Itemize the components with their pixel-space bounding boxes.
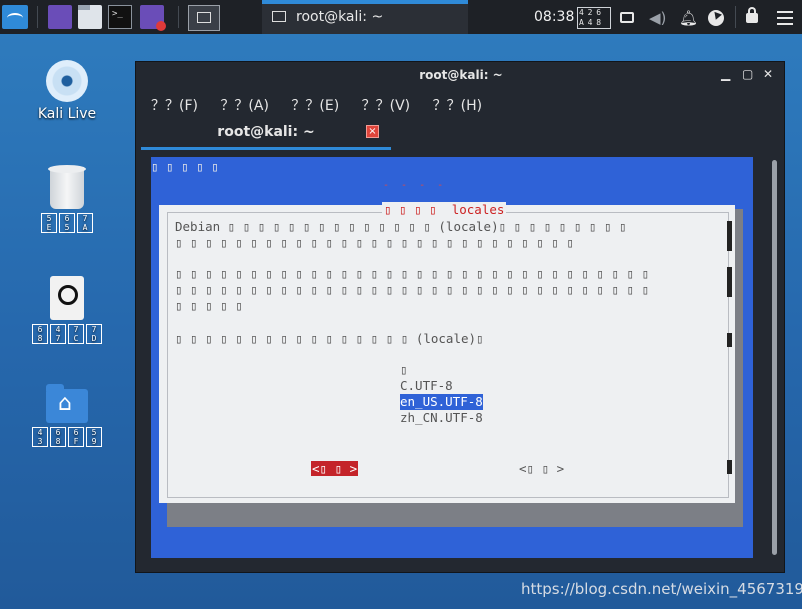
clock-date-glyphs: 4 2 6A 4 8 xyxy=(577,7,611,29)
tofu-label: 6 84 77 C7 D xyxy=(31,324,103,344)
title-decoration: - - - - xyxy=(383,180,447,191)
desktop-icon-label: 4 36 86 F5 9 xyxy=(20,427,114,448)
dialog-text-line: ▯ ▯ ▯ ▯ ▯ xyxy=(175,298,243,313)
dialog-edge-mark xyxy=(727,221,732,251)
desktop-icon-kali-live[interactable]: Kali Live xyxy=(20,60,114,122)
terminal-window-icon xyxy=(272,11,286,22)
top-panel: root@kali: ~ 08:38 4 2 6A 4 8 ◀) 🔔︎ xyxy=(0,0,802,34)
panel-separator xyxy=(178,6,179,28)
desktop-icon-filesystem[interactable]: 6 84 77 C7 D xyxy=(20,276,114,345)
dialog-text-line: ▯ ▯ ▯ ▯ ▯ ▯ ▯ ▯ ▯ ▯ ▯ ▯ ▯ ▯ ▯ ▯ ▯ ▯ ▯ ▯ … xyxy=(175,282,650,297)
desktop-icon-label: 6 84 77 C7 D xyxy=(20,324,114,345)
panel-separator xyxy=(735,6,736,28)
kali-menu-icon[interactable] xyxy=(2,5,28,29)
power-icon[interactable] xyxy=(708,10,724,26)
list-item[interactable]: C.UTF-8 xyxy=(399,378,484,394)
list-item[interactable]: zh_CN.UTF-8 xyxy=(399,410,484,426)
terminal-screen[interactable]: ▯ ▯ ▯ ▯ ▯ - - - - ▯ ▯ ▯ ▯ locales Debian… xyxy=(151,157,753,558)
cancel-button[interactable]: <▯ ▯ > xyxy=(519,461,564,476)
taskbar-active-indicator xyxy=(262,0,468,4)
list-item-selected[interactable]: en_US.UTF-8 xyxy=(400,394,483,410)
drive-icon xyxy=(50,276,84,320)
menubar: ？？(F) ？？(A) ？？(E) ？？(V) ？？(H) xyxy=(151,95,500,115)
dialog-text-line: ▯ ▯ ▯ ▯ ▯ ▯ ▯ ▯ ▯ ▯ ▯ ▯ ▯ ▯ ▯ ▯ ▯ ▯ ▯ ▯ … xyxy=(175,235,574,250)
file-manager-icon[interactable] xyxy=(78,5,102,29)
disc-icon xyxy=(46,60,88,102)
ok-button[interactable]: <▯ ▯ > xyxy=(311,461,359,476)
tofu-label: 4 36 86 F5 9 xyxy=(31,427,103,447)
display-icon[interactable] xyxy=(620,12,634,23)
clock[interactable]: 08:38 xyxy=(534,9,574,25)
lock-screen-icon[interactable] xyxy=(746,7,758,23)
desktop-icon-label: 5 E6 57 A xyxy=(20,213,114,234)
trash-icon xyxy=(48,165,86,209)
dialog-text-line: ▯ ▯ ▯ ▯ ▯ ▯ ▯ ▯ ▯ ▯ ▯ ▯ ▯ ▯ ▯ ▯ (locale)… xyxy=(175,331,484,346)
window-title: root@kali: ~ xyxy=(419,68,503,82)
menu-edit[interactable]: ？？(E) xyxy=(291,95,339,115)
menu-file[interactable]: ？？(F) xyxy=(151,95,198,115)
maximize-button[interactable]: ▢ xyxy=(742,67,753,81)
tab-terminal[interactable]: root@kali: ~ × xyxy=(141,120,391,150)
terminal-scrollbar[interactable] xyxy=(772,160,777,555)
terminal-launcher-icon[interactable] xyxy=(108,5,132,29)
dialog-text-line: Debian ▯ ▯ ▯ ▯ ▯ ▯ ▯ ▯ ▯ ▯ ▯ ▯ ▯ ▯ (loca… xyxy=(175,219,627,234)
home-folder-icon xyxy=(46,384,88,423)
tab-title: root@kali: ~ xyxy=(217,124,315,140)
taskbar-item-label: root@kali: ~ xyxy=(296,9,384,25)
terminal-window[interactable]: root@kali: ~ ▁ ▢ ✕ ？？(F) ？？(A) ？？(E) ？？(… xyxy=(135,61,785,573)
dialog-frame xyxy=(167,212,729,498)
volume-icon[interactable]: ◀) xyxy=(649,9,666,27)
dialog-text-line: ▯ ▯ ▯ ▯ ▯ ▯ ▯ ▯ ▯ ▯ ▯ ▯ ▯ ▯ ▯ ▯ ▯ ▯ ▯ ▯ … xyxy=(175,266,650,281)
session-menu-icon[interactable] xyxy=(777,11,793,25)
tofu-label: 5 E6 57 A xyxy=(40,213,94,233)
workspace-switcher[interactable] xyxy=(188,5,220,31)
locale-list[interactable]: ▯ C.UTF-8 en_US.UTF-8 zh_CN.UTF-8 xyxy=(399,362,484,426)
menu-help[interactable]: ？？(H) xyxy=(433,95,482,115)
menu-actions[interactable]: ？？(A) xyxy=(220,95,269,115)
workspace-app-icon[interactable] xyxy=(48,5,72,29)
taskbar-item-terminal[interactable]: root@kali: ~ xyxy=(262,0,468,34)
desktop-icon-trash[interactable]: 5 E6 57 A xyxy=(20,165,114,234)
notifications-bell-icon[interactable]: 🔔︎ xyxy=(679,9,698,27)
locales-dialog: ▯ ▯ ▯ ▯ locales Debian ▯ ▯ ▯ ▯ ▯ ▯ ▯ ▯ ▯… xyxy=(159,202,735,503)
dialog-edge-mark xyxy=(727,460,732,474)
panel-separator xyxy=(37,6,38,28)
desktop-icon-home[interactable]: 43686F59 xyxy=(20,384,114,448)
desktop-icon-label: Kali Live xyxy=(37,106,97,122)
locale-list-header: ▯ xyxy=(400,362,408,377)
backtitle: ▯ ▯ ▯ ▯ ▯ xyxy=(151,159,219,174)
minimize-button[interactable]: ▁ xyxy=(721,67,730,81)
dialog-edge-mark xyxy=(727,333,732,347)
dialog-edge-mark xyxy=(727,267,732,297)
dialog-title: ▯ ▯ ▯ ▯ locales xyxy=(382,202,507,217)
tab-close-icon[interactable]: × xyxy=(366,125,379,138)
menu-view[interactable]: ？？(V) xyxy=(362,95,411,115)
close-button[interactable]: ✕ xyxy=(763,67,773,81)
screen-recorder-icon[interactable] xyxy=(140,5,166,31)
watermark-text: https://blog.csdn.net/weixin_45673197 xyxy=(521,580,802,598)
